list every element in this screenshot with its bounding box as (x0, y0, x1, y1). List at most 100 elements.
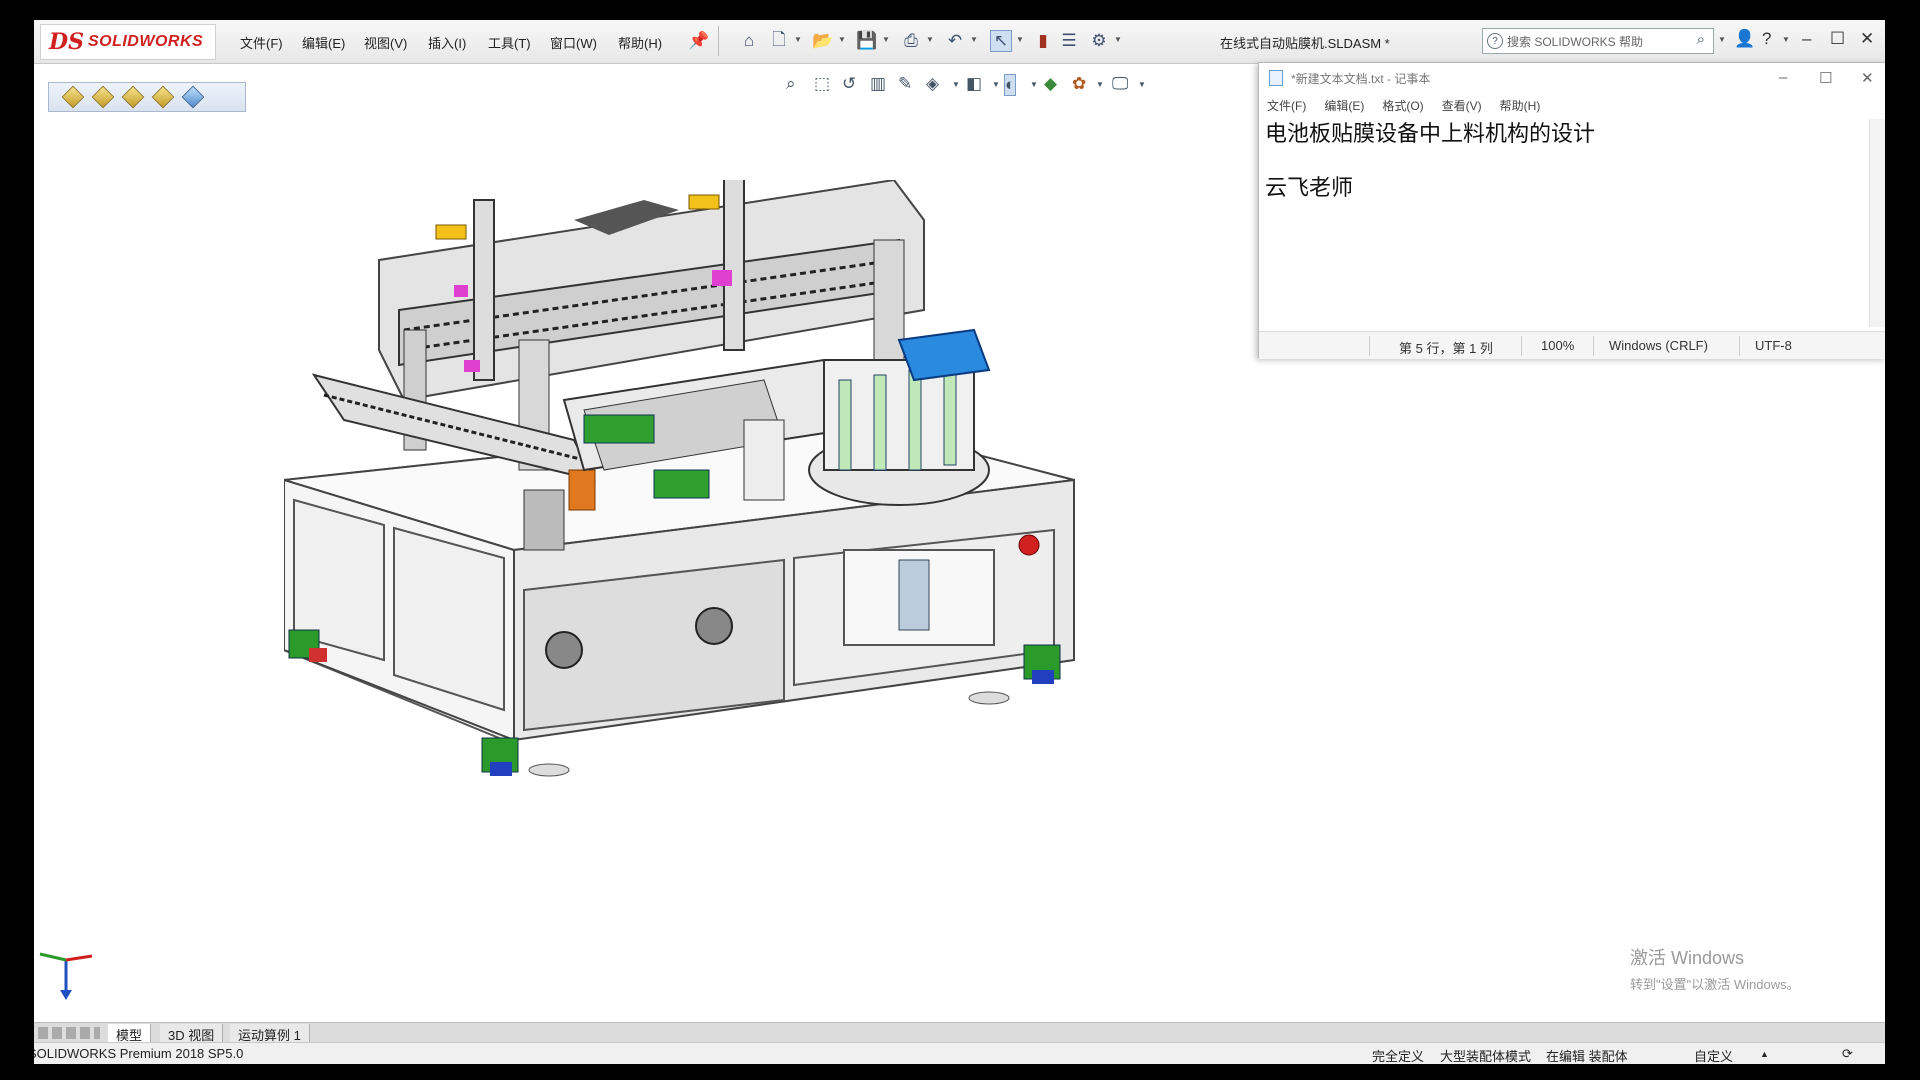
notepad-title-bar[interactable]: *新建文本文档.txt - 记事本 (1259, 63, 1885, 93)
search-input[interactable]: ? 搜索 SOLIDWORKS 帮助 ⌕ (1482, 28, 1714, 54)
chevron-down-icon[interactable]: ▼ (1138, 80, 1146, 89)
chevron-down-icon[interactable]: ▼ (1030, 80, 1038, 89)
chevron-down-icon[interactable]: ▼ (970, 35, 978, 44)
zoom-to-fit-icon[interactable]: ⌕ (786, 74, 796, 94)
assembly-3d-model[interactable] (283, 169, 1324, 970)
traffic-light-icon[interactable]: ▮ (1032, 30, 1054, 52)
notepad-menu-view[interactable]: 查看(V) (1442, 97, 1482, 114)
status-divider (1593, 336, 1594, 356)
search-placeholder: 搜索 SOLIDWORKS 帮助 (1507, 34, 1644, 49)
rebuild-icon[interactable]: ⟳ (1842, 1046, 1853, 1062)
hide-show-items-icon[interactable]: ◐ (1004, 74, 1017, 96)
zoom-level: 100% (1541, 338, 1575, 353)
tab-model[interactable]: 模型 (108, 1024, 152, 1043)
solidworks-logo[interactable]: DS SOLIDWORKS (40, 24, 216, 60)
dynamic-annotation-icon[interactable]: ✎ (898, 74, 912, 94)
menu-insert[interactable]: 插入(I) (428, 33, 466, 52)
status-bar: SOLIDWORKS Premium 2018 SP5.0 完全定义 大型装配体… (34, 1042, 1885, 1064)
menu-edit[interactable]: 编辑(E) (302, 33, 345, 52)
chevron-down-icon[interactable]: ▼ (926, 35, 934, 44)
minimize-icon[interactable]: ‒ (1779, 69, 1787, 86)
notepad-window[interactable]: *新建文本文档.txt - 记事本 ‒ ☐ ✕ 文件(F) 编辑(E) 格式(O… (1258, 62, 1885, 359)
edit-appearance-icon[interactable]: ◆ (1044, 74, 1057, 94)
select-pointer-icon[interactable]: ↖ (990, 30, 1012, 52)
notepad-menu-bar: 文件(F) 编辑(E) 格式(O) 查看(V) 帮助(H) (1259, 93, 1885, 117)
toolbar-divider (718, 26, 719, 56)
maximize-icon[interactable]: ☐ (1830, 29, 1845, 49)
notepad-menu-format[interactable]: 格式(O) (1382, 97, 1423, 114)
notepad-icon (1269, 70, 1283, 86)
editing-context: 在编辑 装配体 (1546, 1049, 1628, 1064)
chevron-down-icon[interactable]: ▼ (1718, 35, 1726, 44)
chevron-up-icon[interactable]: ▲ (1760, 1049, 1769, 1059)
tab-motion-study[interactable]: 运动算例 1 (230, 1024, 310, 1043)
activate-subtitle: 转到"设置"以激活 Windows。 (1630, 977, 1800, 992)
view-normal-icon[interactable] (181, 85, 205, 109)
previous-view-icon[interactable]: ↺ (842, 74, 856, 94)
chevron-down-icon[interactable]: ▼ (952, 80, 960, 89)
definition-state: 完全定义 (1372, 1049, 1425, 1064)
undo-icon[interactable]: ↶ (944, 30, 966, 52)
screen: DS SOLIDWORKS 文件(F) 编辑(E) 视图(V) 插入(I) 工具… (0, 0, 1920, 1080)
maximize-icon[interactable]: ☐ (1819, 69, 1832, 87)
file-properties-icon[interactable]: ☰ (1058, 30, 1080, 52)
print-icon[interactable]: ⎙ (900, 30, 922, 52)
chevron-down-icon[interactable]: ▼ (992, 80, 1000, 89)
view-front-icon[interactable] (61, 85, 85, 109)
notepad-menu-file[interactable]: 文件(F) (1267, 97, 1306, 114)
text-line: 电池板贴膜设备中上料机构的设计 (1265, 122, 1596, 147)
close-icon[interactable]: ✕ (1861, 69, 1874, 87)
display-style-icon[interactable]: ◧ (966, 74, 982, 94)
pin-icon[interactable]: 📌 (688, 30, 710, 52)
home-icon[interactable]: ⌂ (738, 30, 760, 52)
chevron-down-icon[interactable]: ▼ (1096, 80, 1104, 89)
text-line (1265, 149, 1855, 175)
notepad-status-bar: 第 5 行，第 1 列 100% Windows (CRLF) UTF-8 (1259, 331, 1885, 359)
view-iso-icon[interactable] (151, 85, 175, 109)
tab-scroll-arrows[interactable] (38, 1027, 100, 1039)
vertical-scrollbar[interactable] (1869, 119, 1885, 327)
view-top-icon[interactable] (91, 85, 115, 109)
search-icon[interactable]: ⌕ (1697, 31, 1705, 48)
encoding: UTF-8 (1755, 338, 1792, 353)
notepad-menu-help[interactable]: 帮助(H) (1500, 97, 1541, 114)
coordinate-triad (36, 950, 96, 1006)
assembly-mode: 大型装配体模式 (1440, 1049, 1532, 1064)
apply-scene-icon[interactable]: ✿ (1072, 74, 1086, 94)
notepad-title: *新建文本文档.txt - 记事本 (1291, 71, 1431, 86)
logo-text: SOLIDWORKS (87, 33, 204, 50)
chevron-down-icon[interactable]: ▼ (1782, 35, 1790, 44)
open-folder-icon[interactable]: 📂 (812, 30, 834, 52)
chevron-down-icon[interactable]: ▼ (794, 35, 802, 44)
help-icon[interactable]: ? (1762, 29, 1771, 49)
tab-3d-view[interactable]: 3D 视图 (160, 1024, 224, 1043)
chevron-down-icon[interactable]: ▼ (1016, 35, 1024, 44)
status-divider (1739, 336, 1740, 356)
gear-icon[interactable]: ⚙ (1088, 30, 1110, 52)
activate-windows-watermark: 激活 Windows 转到"设置"以激活 Windows。 (1630, 944, 1800, 993)
view-right-icon[interactable] (121, 85, 145, 109)
minimize-icon[interactable]: ‒ (1802, 29, 1811, 49)
new-document-icon[interactable]: 🗋 (768, 30, 790, 52)
text-line: 云飞老师 (1265, 176, 1354, 201)
menu-file[interactable]: 文件(F) (240, 33, 283, 52)
chevron-down-icon[interactable]: ▼ (838, 35, 846, 44)
close-icon[interactable]: ✕ (1860, 29, 1874, 49)
menu-window[interactable]: 窗口(W) (550, 33, 597, 52)
units-selector[interactable]: 自定义 (1694, 1046, 1733, 1064)
machine-drawing (283, 169, 1075, 777)
chevron-down-icon[interactable]: ▼ (1114, 35, 1122, 44)
help-question-icon: ? (1487, 33, 1503, 49)
user-icon[interactable]: 👤 (1734, 29, 1755, 49)
section-view-icon[interactable]: ▥ (870, 74, 886, 94)
menu-help[interactable]: 帮助(H) (618, 33, 662, 52)
menu-view[interactable]: 视图(V) (364, 33, 407, 52)
save-icon[interactable]: 💾 (856, 30, 878, 52)
menu-tools[interactable]: 工具(T) (488, 33, 531, 52)
view-orientation-icon[interactable]: ◈ (926, 74, 939, 94)
view-settings-icon[interactable]: 🖵 (1112, 74, 1128, 94)
zoom-area-icon[interactable]: ⬚ (814, 74, 830, 94)
notepad-menu-edit[interactable]: 编辑(E) (1324, 97, 1364, 114)
chevron-down-icon[interactable]: ▼ (882, 35, 890, 44)
notepad-text-area[interactable]: 电池板贴膜设备中上料机构的设计 云飞老师 (1265, 121, 1855, 317)
